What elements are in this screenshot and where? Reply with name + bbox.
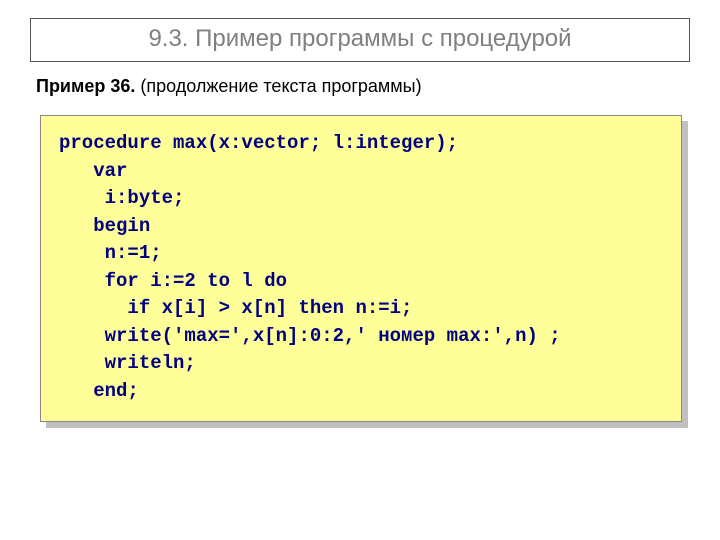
code-line: n:=1; — [59, 240, 663, 268]
title-box: 9.3. Пример программы с процедурой — [30, 18, 690, 62]
slide-title: 9.3. Пример программы с процедурой — [41, 25, 679, 53]
code-box: procedure max(x:vector; l:integer); var … — [40, 115, 682, 422]
slide: 9.3. Пример программы с процедурой Приме… — [0, 0, 720, 422]
code-line: i:byte; — [59, 185, 663, 213]
code-line: writeln; — [59, 350, 663, 378]
code-line: begin — [59, 213, 663, 241]
code-line: write('max=',x[n]:0:2,' номер max:',n) ; — [59, 323, 663, 351]
subtitle: Пример 36. (продолжение текста программы… — [36, 76, 688, 97]
code-block: procedure max(x:vector; l:integer); var … — [40, 115, 682, 422]
subtitle-rest: (продолжение текста программы) — [135, 76, 421, 96]
code-line: for i:=2 to l do — [59, 268, 663, 296]
code-line: var — [59, 158, 663, 186]
example-label: Пример 36. — [36, 76, 135, 96]
code-line: end; — [59, 378, 663, 406]
code-line: if x[i] > x[n] then n:=i; — [59, 295, 663, 323]
code-line: procedure max(x:vector; l:integer); — [59, 130, 663, 158]
